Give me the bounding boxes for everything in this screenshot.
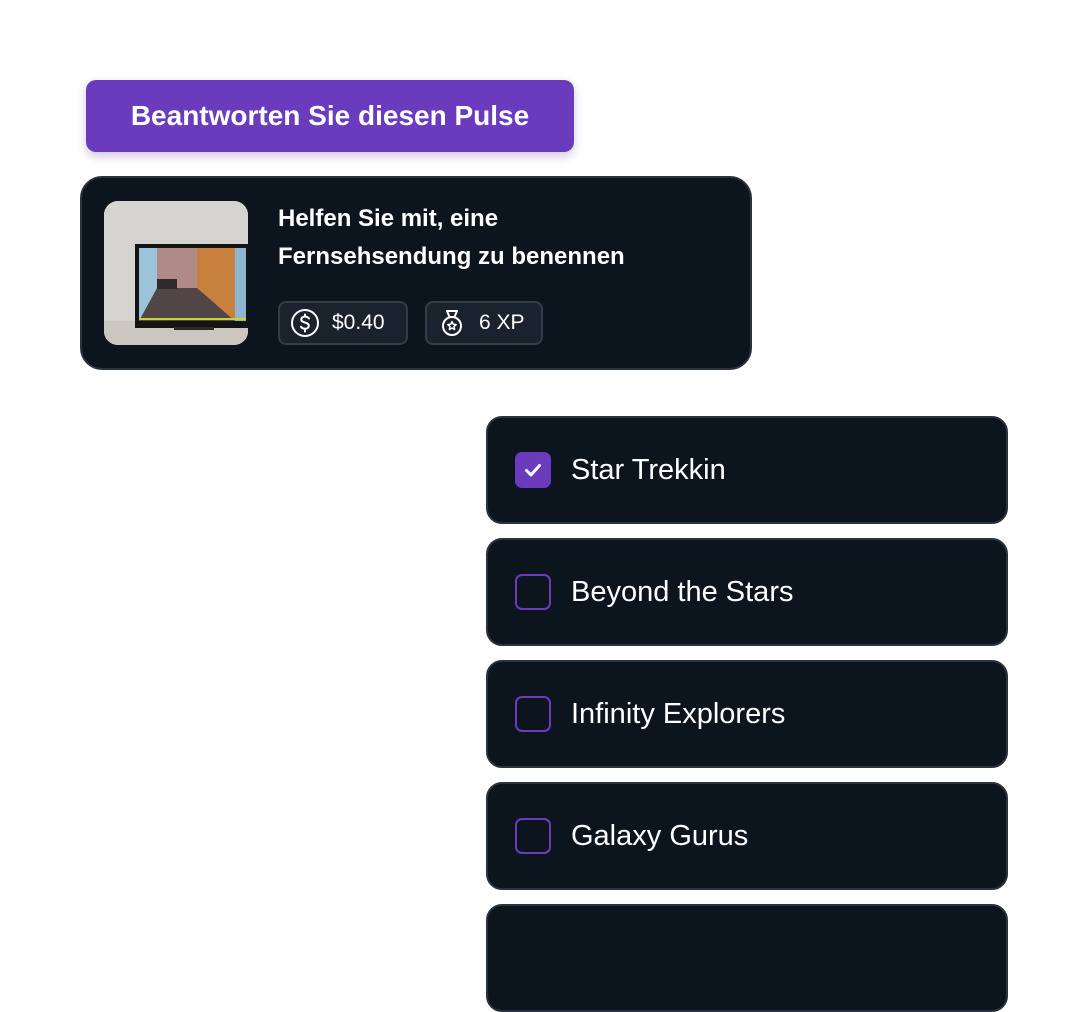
answer-pulse-button[interactable]: Beantworten Sie diesen Pulse <box>86 80 574 152</box>
dollar-coin-icon <box>290 308 320 338</box>
answer-option-4[interactable]: Galaxy Gurus <box>486 782 1008 890</box>
option-checkbox[interactable] <box>515 696 551 732</box>
option-checkbox-checked[interactable] <box>515 452 551 488</box>
check-icon <box>525 464 541 477</box>
option-label: Infinity Explorers <box>571 697 786 730</box>
medal-icon <box>437 308 467 338</box>
xp-badge: 6 XP <box>425 301 543 345</box>
answer-option-1[interactable]: Star Trekkin <box>486 416 1008 524</box>
reward-badge: $0.40 <box>278 301 408 345</box>
answer-option-2[interactable]: Beyond the Stars <box>486 538 1008 646</box>
reward-value: $0.40 <box>332 311 385 334</box>
answer-option-5[interactable] <box>486 904 1008 1012</box>
task-title-line-1: Helfen Sie mit, eine <box>278 205 499 232</box>
task-thumbnail <box>104 201 248 345</box>
option-label: Star Trekkin <box>571 453 726 486</box>
option-checkbox[interactable] <box>515 574 551 610</box>
option-label: Galaxy Gurus <box>571 819 749 852</box>
xp-value: 6 XP <box>479 311 525 334</box>
task-title: Helfen Sie mit, eine Fernsehsendung zu b… <box>278 200 718 276</box>
option-label: Beyond the Stars <box>571 575 794 608</box>
answer-option-3[interactable]: Infinity Explorers <box>486 660 1008 768</box>
task-card: Helfen Sie mit, eine Fernsehsendung zu b… <box>80 176 752 370</box>
task-title-line-2: Fernsehsendung zu benennen <box>278 243 625 270</box>
option-checkbox[interactable] <box>515 818 551 854</box>
